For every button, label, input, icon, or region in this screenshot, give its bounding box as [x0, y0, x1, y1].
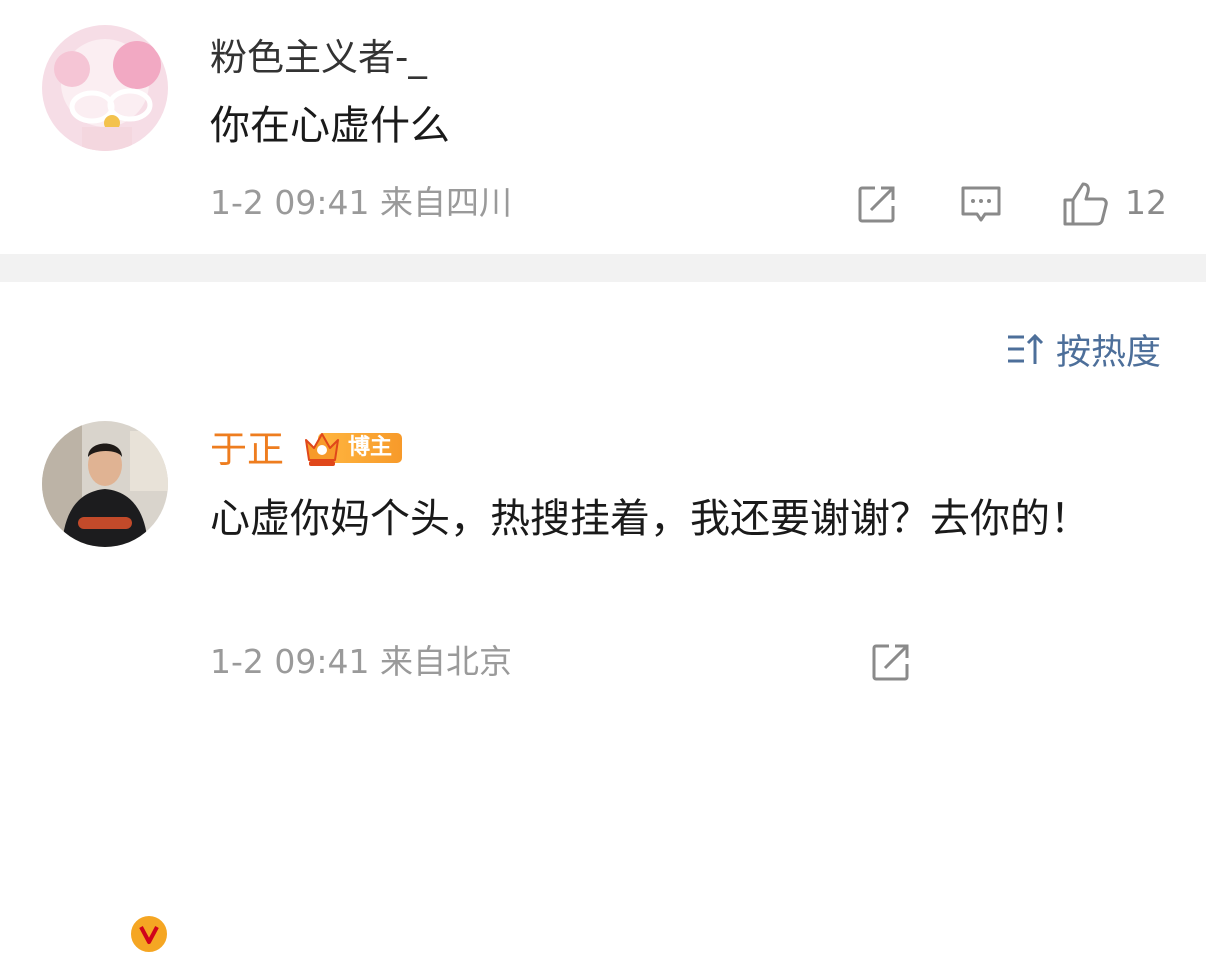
reply-button[interactable] — [959, 182, 1003, 226]
sort-icon — [1007, 333, 1044, 364]
reply-icon — [961, 186, 1001, 222]
share-button[interactable] — [855, 182, 899, 226]
avatar-image — [42, 421, 168, 547]
sort-toggle[interactable]: 按热度 — [1006, 327, 1161, 373]
location: 来自四川 — [380, 183, 512, 222]
share-icon — [858, 186, 895, 223]
comment-meta: 1-2 09:41 来自四川 — [210, 183, 512, 223]
comment-item: 粉色主义者-_ 你在心虚什么 1-2 09:41 来自四川 12 — [0, 0, 1206, 254]
avatar-image — [42, 25, 168, 151]
avatar[interactable] — [42, 421, 168, 547]
section-divider — [0, 254, 1206, 282]
share-icon — [872, 644, 909, 681]
avatar[interactable] — [42, 25, 168, 151]
verified-badge — [128, 913, 170, 955]
timestamp: 1-2 09:41 — [210, 642, 370, 681]
comment-meta: 1-2 09:41 来自北京 — [210, 642, 512, 682]
share-button[interactable] — [869, 640, 913, 684]
comment-text: 你在心虚什么 — [210, 103, 450, 149]
crown-icon — [305, 433, 339, 466]
like-button[interactable] — [1061, 180, 1108, 226]
faded-action-bar — [960, 636, 1206, 684]
verified-icon — [139, 926, 159, 944]
timestamp: 1-2 09:41 — [210, 183, 370, 222]
location: 来自北京 — [380, 642, 512, 681]
sort-label: 按热度 — [1055, 332, 1161, 373]
username[interactable]: 粉色主义者-_ — [210, 36, 427, 80]
blogger-badge: 博主 — [300, 428, 403, 468]
username[interactable]: 于正 — [210, 428, 284, 472]
like-icon — [1063, 182, 1108, 226]
like-count: 12 — [1125, 183, 1167, 222]
comment-text: 心虚你妈个头，热搜挂着，我还要谢谢？去你的！ — [210, 496, 1090, 542]
